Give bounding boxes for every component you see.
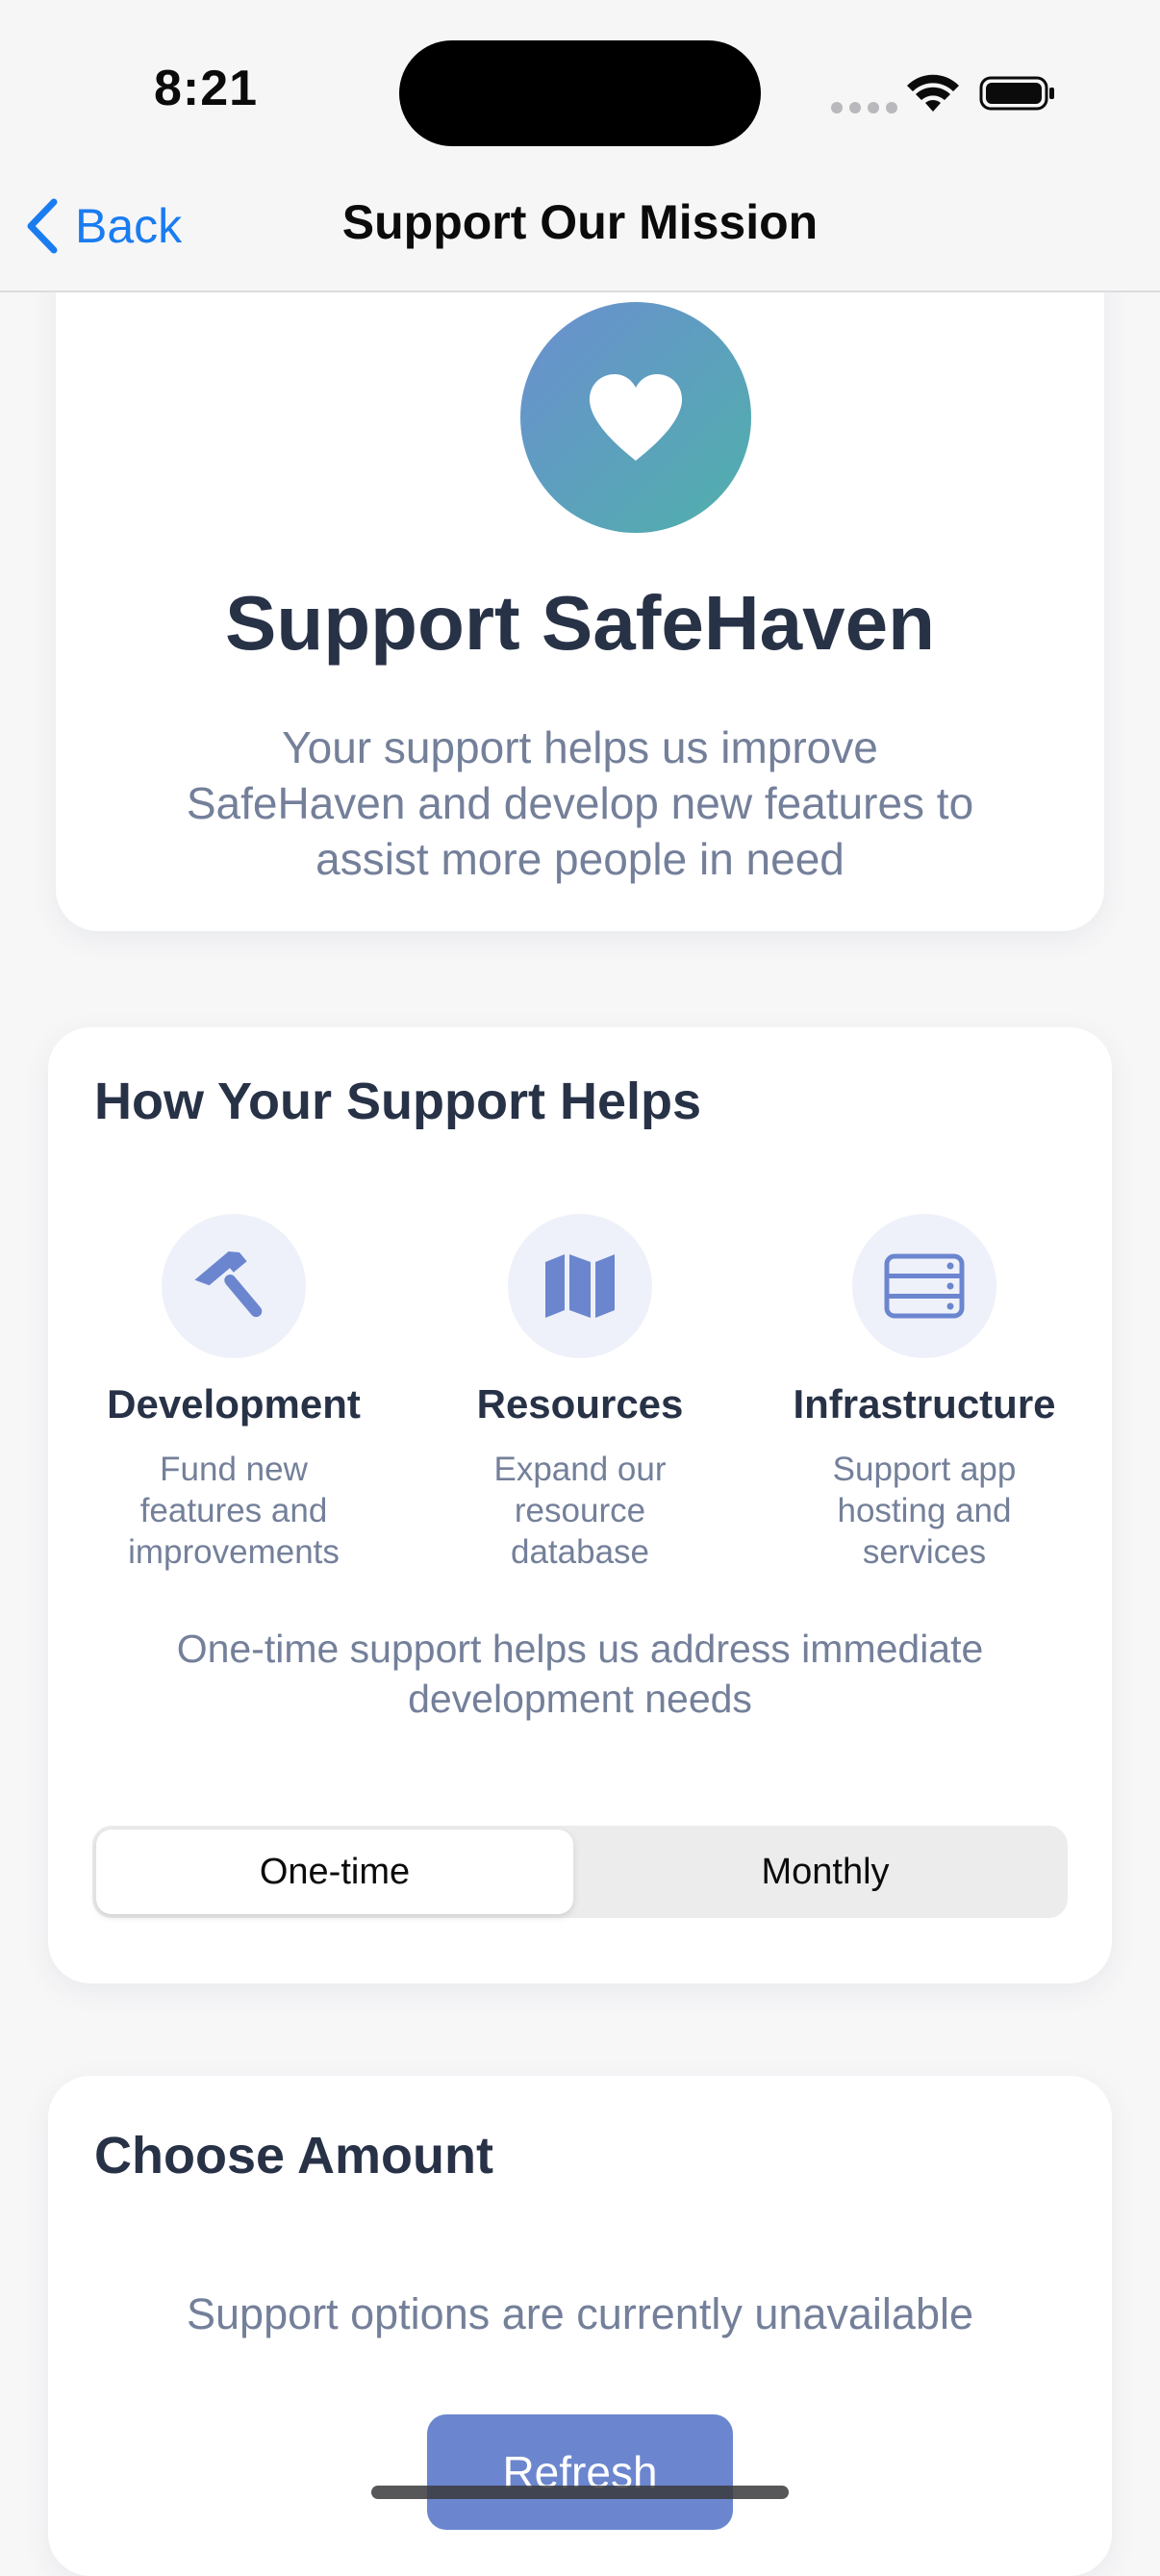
feature-development: Development Fund new features and improv… [75,1214,392,1573]
hero-icon-circle [520,302,751,533]
support-frequency-control[interactable]: One-time Monthly [92,1826,1068,1918]
section-title: Choose Amount [94,2127,493,2185]
feature-title: Development [107,1381,361,1427]
feature-title: Infrastructure [793,1381,1056,1427]
hero-title: Support SafeHaven [225,580,935,666]
hammer-icon [194,1251,263,1318]
back-label: Back [75,199,183,253]
hero-card: Support SafeHaven Your support helps us … [56,231,1104,931]
unavailable-message: Support options are currently unavailabl… [187,2289,973,2338]
heart-icon [589,374,683,461]
navigation-header: 8:21 Back Support Our Mission [0,0,1160,292]
chevron-left-icon [27,198,58,254]
segment-one-time[interactable]: One-time [96,1830,573,1914]
battery-icon [979,76,1054,111]
status-time: 8:21 [154,61,259,116]
support-note: One-time support helps us address immedi… [176,1627,984,1721]
map-icon [545,1254,615,1318]
feature-icon-circle [508,1214,652,1358]
segment-monthly[interactable]: Monthly [587,1830,1064,1914]
section-title: How Your Support Helps [94,1073,702,1130]
choose-amount-card: Choose Amount Support options are curren… [48,2076,1112,2576]
feature-title: Resources [476,1381,684,1427]
feature-infrastructure: Infrastructure Support app hosting and s… [766,1214,1083,1573]
dynamic-island [399,40,761,146]
feature-resources: Resources Expand our resource database [421,1214,739,1573]
support-helps-card: How Your Support Helps Development Fund … [48,1027,1112,1983]
feature-icon-circle [162,1214,306,1358]
feature-icon-circle [852,1214,996,1358]
refresh-button[interactable]: Refresh [427,2414,733,2530]
wifi-icon [907,74,959,112]
home-indicator [371,2486,789,2499]
feature-list: Development Fund new features and improv… [48,1214,1112,1599]
feature-description: Support app hosting and services [832,1451,1017,1571]
cellular-signal-icon [831,102,897,114]
back-button[interactable]: Back [25,192,182,260]
hero-subtitle: Your support helps us improve SafeHaven … [186,722,974,884]
server-icon [884,1253,965,1319]
feature-description: Fund new features and improvements [128,1451,340,1571]
feature-description: Expand our resource database [493,1451,667,1571]
